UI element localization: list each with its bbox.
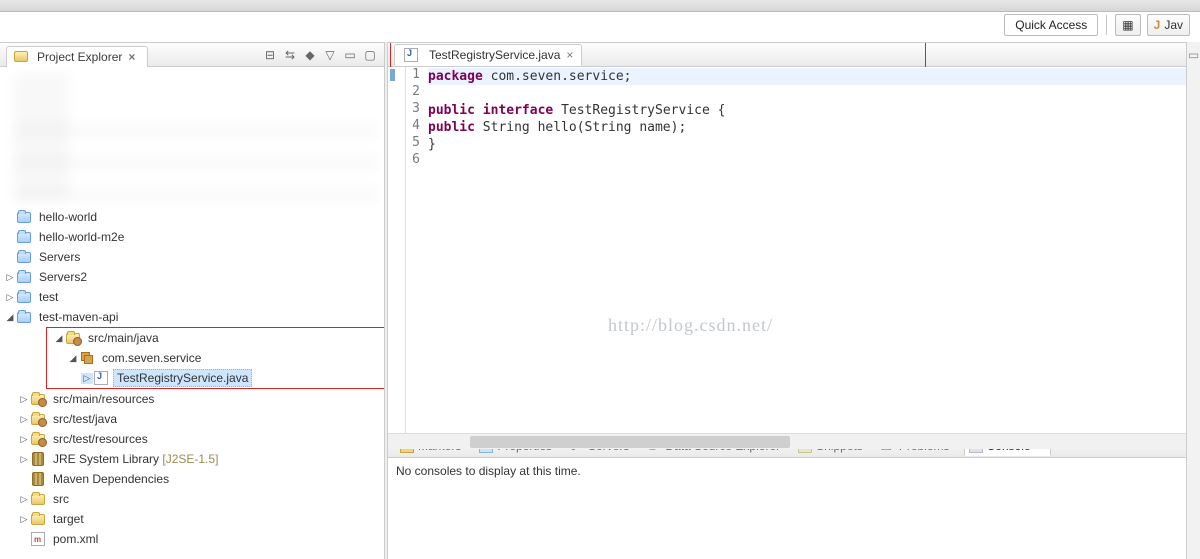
java-file-icon [94,371,108,385]
expand-icon[interactable]: ▷ [18,454,30,465]
java-icon: J [1154,18,1161,32]
source-folder-icon [66,333,80,344]
project-icon [17,272,31,283]
expand-icon[interactable]: ▷ [18,514,30,525]
expand-icon[interactable]: ▷ [18,434,30,445]
right-trim-bar: ▭ [1186,42,1200,559]
expand-icon[interactable]: ▷ [18,414,30,425]
tree-item-servers[interactable]: ▷Servers [2,247,384,267]
tree-item-pom-xml[interactable]: ▷pom.xml [16,529,384,549]
scrollbar-thumb[interactable] [470,436,790,448]
tree-item-src-folder[interactable]: ▷src [16,489,384,509]
editor-hscrollbar[interactable] [388,433,1186,449]
editor-gutter[interactable] [388,67,406,433]
java-file-icon [404,48,418,62]
project-icon [17,252,31,263]
toolbar-strip [0,0,1200,12]
expand-icon[interactable]: ▷ [18,494,30,505]
project-tree[interactable]: ▷hello-world ▷hello-world-m2e ▷Servers ▷… [0,67,384,559]
project-icon [17,232,31,243]
restore-icon[interactable]: ▭ [1188,48,1199,62]
expand-icon[interactable]: ▷ [4,272,16,283]
tree-item-target-folder[interactable]: ▷target [16,509,384,529]
expand-icon[interactable]: ▷ [4,292,16,303]
project-explorer-tab[interactable]: Project Explorer × [6,46,148,68]
tree-item-servers2[interactable]: ▷Servers2 [2,267,384,287]
open-perspective-button[interactable]: ▦ [1115,14,1140,36]
java-perspective-button[interactable]: JJav [1147,14,1190,36]
folder-icon [31,514,45,525]
redacted-nodes [14,73,378,201]
close-icon[interactable]: × [126,50,137,64]
minimize-icon[interactable]: ▭ [342,47,358,63]
library-icon [32,452,44,466]
collapse-all-icon[interactable]: ⊟ [262,47,278,63]
tree-item-com-seven-service[interactable]: ◢com.seven.service [65,348,384,368]
editor-tab-test-registry-service[interactable]: TestRegistryService.java × [394,44,582,66]
xml-file-icon [31,532,45,546]
folder-icon [31,494,45,505]
code-content[interactable]: package com.seven.service; public interf… [428,67,1186,433]
library-icon [32,472,44,486]
tree-item-maven-dependencies[interactable]: ▷Maven Dependencies [16,469,384,489]
project-icon [17,292,31,303]
expand-icon[interactable]: ▷ [18,394,30,405]
project-explorer-view: Project Explorer × ⊟ ⇆ ◆ ▽ ▭ ▢ ▷hello-wo… [0,42,384,559]
project-icon [17,212,31,223]
blog-watermark: http://blog.csdn.net/ [608,315,773,336]
tree-item-jre-library[interactable]: ▷JRE System Library [J2SE-1.5] [16,449,384,469]
view-menu-icon[interactable]: ▽ [322,47,338,63]
link-editor-icon[interactable]: ⇆ [282,47,298,63]
explorer-icon [13,49,29,65]
tree-item-test-maven-api[interactable]: ◢test-maven-api [2,307,384,327]
editor-area: TestRegistryService.java × 1 2 3 4 5 6 p… [388,43,1186,433]
source-folder-icon [31,414,45,425]
code-editor[interactable]: 1 2 3 4 5 6 package com.seven.service; p… [388,67,1186,433]
bottom-panel: Markers Properties ☍Servers ⛁Data Source… [388,433,1186,559]
source-folder-icon [31,394,45,405]
window-icon: ▦ [1122,18,1133,32]
package-icon [81,352,93,364]
tree-item-src-main-java[interactable]: ◢src/main/java [51,328,384,348]
collapse-icon[interactable]: ◢ [67,353,79,364]
line-numbers: 1 2 3 4 5 6 [406,67,424,433]
marker-stripe [390,69,395,81]
focus-icon[interactable]: ◆ [302,47,318,63]
console-content: No consoles to display at this time. [388,458,1186,559]
tree-item-hello-world[interactable]: ▷hello-world [2,207,384,227]
quick-access-field[interactable]: Quick Access [1004,14,1098,36]
tree-item-src-test-java[interactable]: ▷src/test/java [16,409,384,429]
source-folder-icon [31,434,45,445]
close-icon[interactable]: × [566,48,573,62]
collapse-icon[interactable]: ◢ [53,333,65,344]
tree-item-test-registry-service[interactable]: ▷TestRegistryService.java [79,368,384,388]
expand-icon[interactable]: ▷ [81,373,93,384]
tree-item-src-main-resources[interactable]: ▷src/main/resources [16,389,384,409]
project-icon [17,312,31,323]
tree-item-src-test-resources[interactable]: ▷src/test/resources [16,429,384,449]
tree-item-test[interactable]: ▷test [2,287,384,307]
collapse-icon[interactable]: ◢ [4,312,16,323]
tree-item-hello-world-m2e[interactable]: ▷hello-world-m2e [2,227,384,247]
maximize-icon[interactable]: ▢ [362,47,378,63]
